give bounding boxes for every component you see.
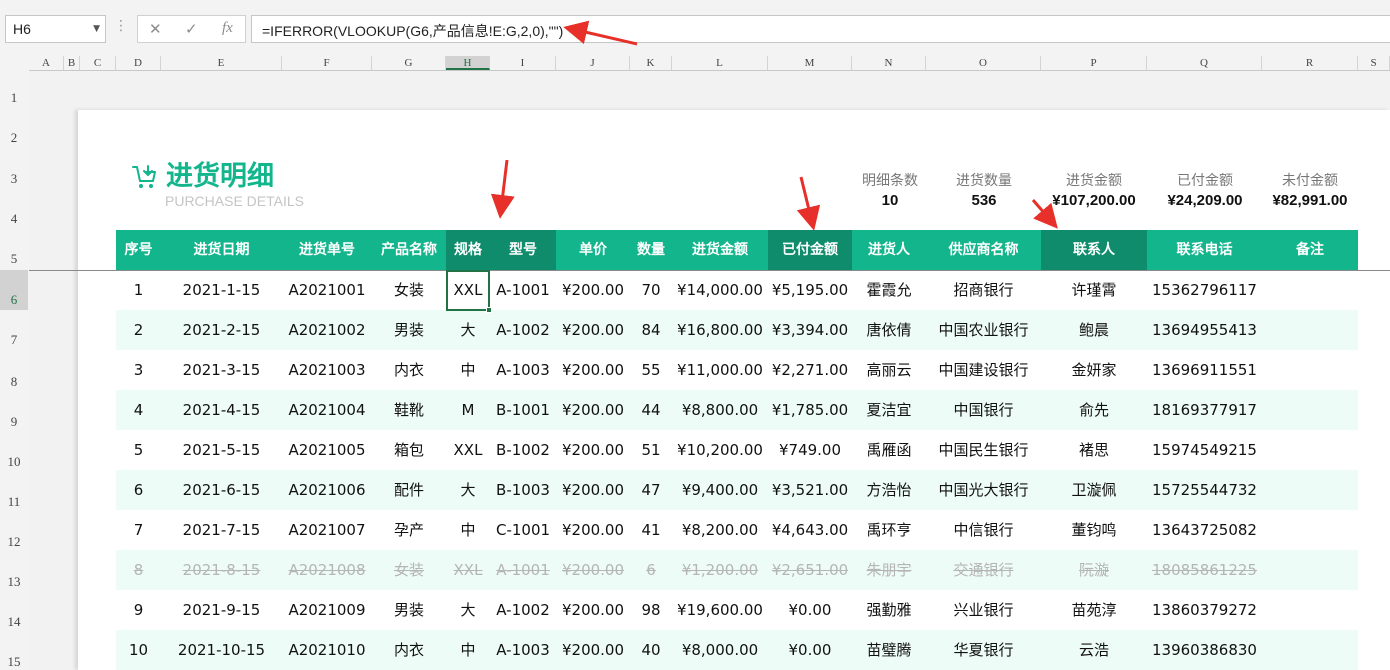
annotation-arrows xyxy=(490,20,1058,231)
arrow-to-contact-column-icon xyxy=(1031,199,1058,229)
arrow-to-spec-column-icon xyxy=(490,159,515,219)
arrow-to-paid-column-icon xyxy=(796,176,821,231)
arrow-to-formula-icon xyxy=(563,20,638,46)
